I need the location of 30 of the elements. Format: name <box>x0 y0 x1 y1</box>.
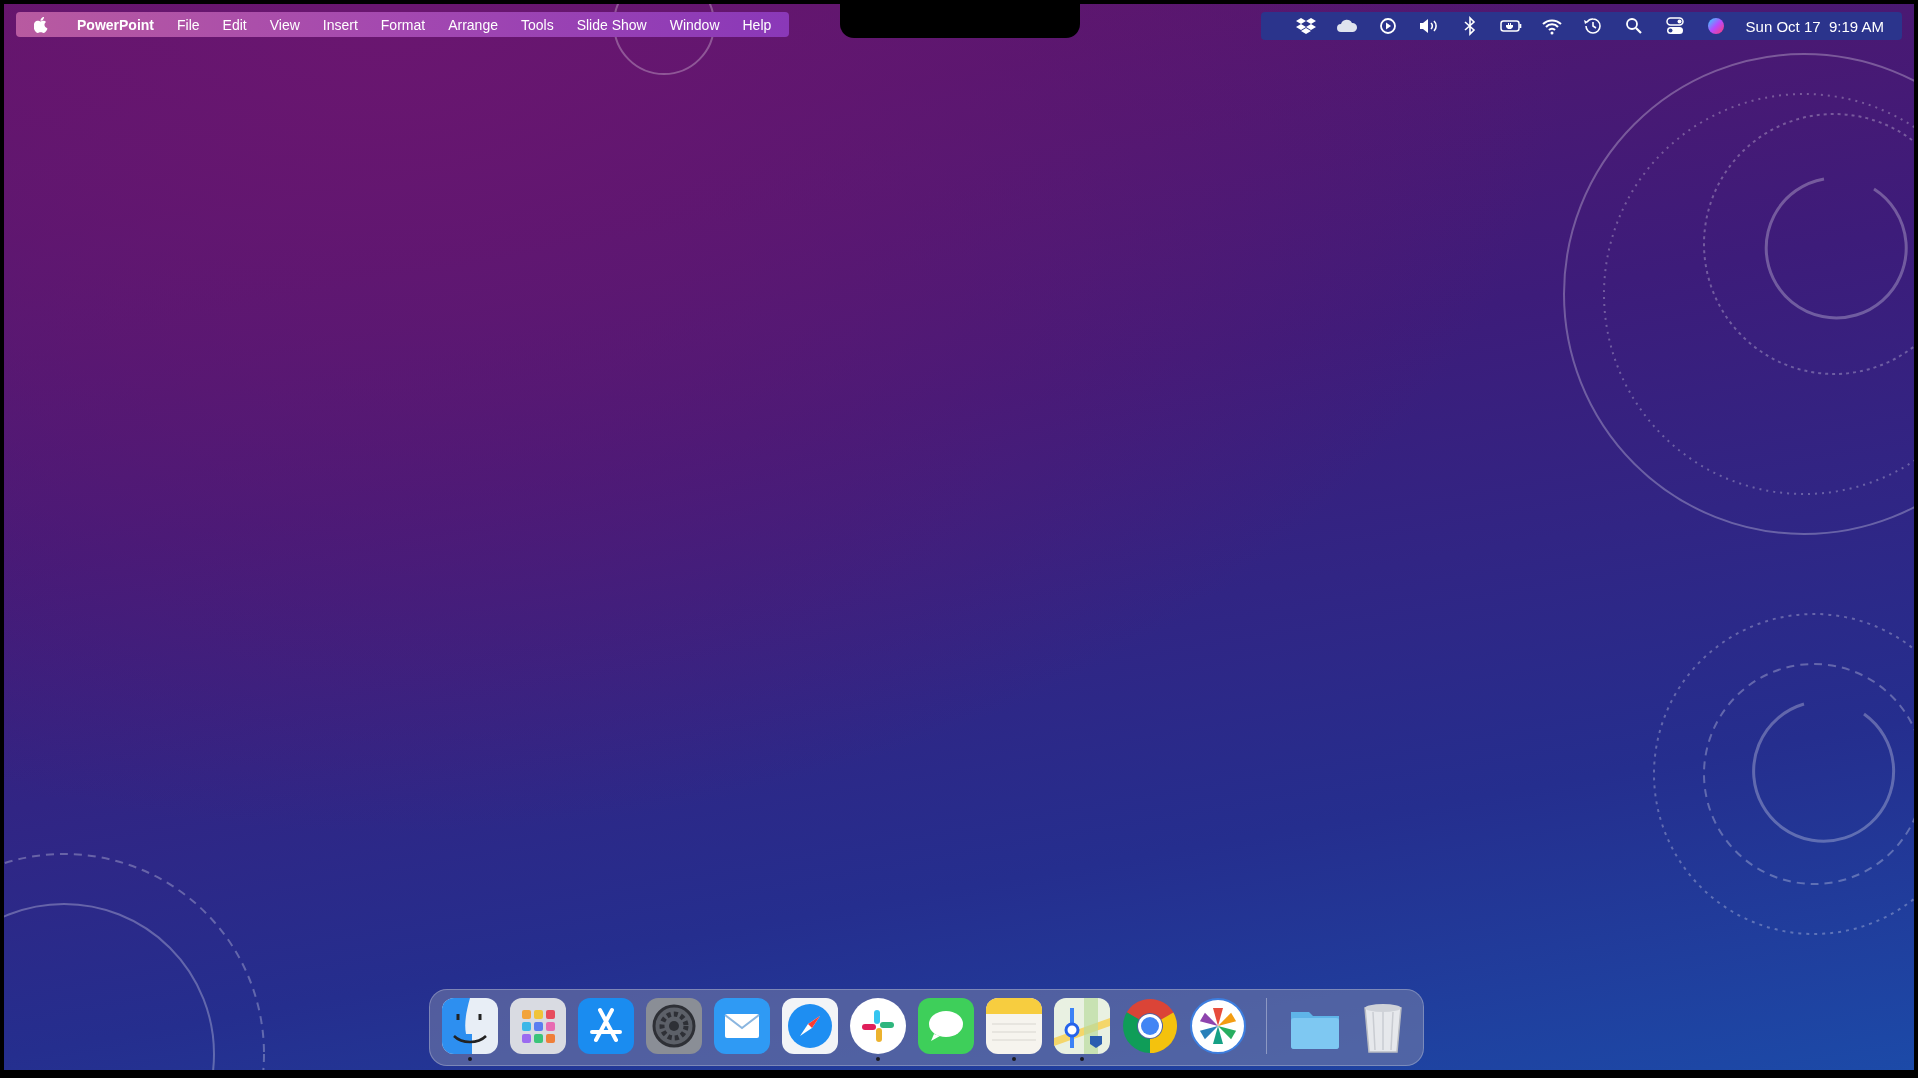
menu-item[interactable]: Edit <box>222 16 247 33</box>
chrome-icon[interactable] <box>1121 998 1178 1054</box>
pinwheel-icon[interactable] <box>1189 998 1246 1054</box>
app-grid-icon[interactable] <box>509 998 566 1054</box>
finder-icon[interactable] <box>441 998 498 1054</box>
notes-icon[interactable] <box>985 998 1042 1054</box>
control-center-icon[interactable] <box>1663 16 1686 36</box>
menu-item[interactable]: Format <box>380 16 426 33</box>
menu-item[interactable]: Slide Show <box>576 16 647 33</box>
compass-icon[interactable] <box>781 998 838 1054</box>
mail-icon[interactable] <box>713 998 770 1054</box>
app-name-menu[interactable]: PowerPoint <box>77 16 154 33</box>
clock-text[interactable]: Sun Oct 17 9:19 AM <box>1745 17 1884 35</box>
history-icon[interactable] <box>1581 16 1604 36</box>
gear-icon[interactable] <box>645 998 702 1054</box>
apple-logo-icon[interactable] <box>34 16 48 33</box>
menu-item[interactable]: Help <box>742 16 772 33</box>
slack-icon[interactable] <box>849 998 906 1054</box>
menu-item[interactable]: Tools <box>520 16 554 33</box>
speaker-icon[interactable] <box>1417 16 1440 36</box>
wifi-icon[interactable] <box>1540 16 1563 36</box>
menu-item[interactable]: Window <box>669 16 720 33</box>
menu-item[interactable]: View <box>269 16 300 33</box>
app-store-icon[interactable] <box>577 998 634 1054</box>
menu-item[interactable]: File <box>177 16 200 33</box>
menu-item[interactable]: Arrange <box>448 16 498 33</box>
dropbox-icon[interactable] <box>1294 16 1317 36</box>
chat-bubble-icon[interactable] <box>917 998 974 1054</box>
map-icon[interactable] <box>1053 998 1110 1054</box>
menu-item[interactable]: Insert <box>322 16 358 33</box>
